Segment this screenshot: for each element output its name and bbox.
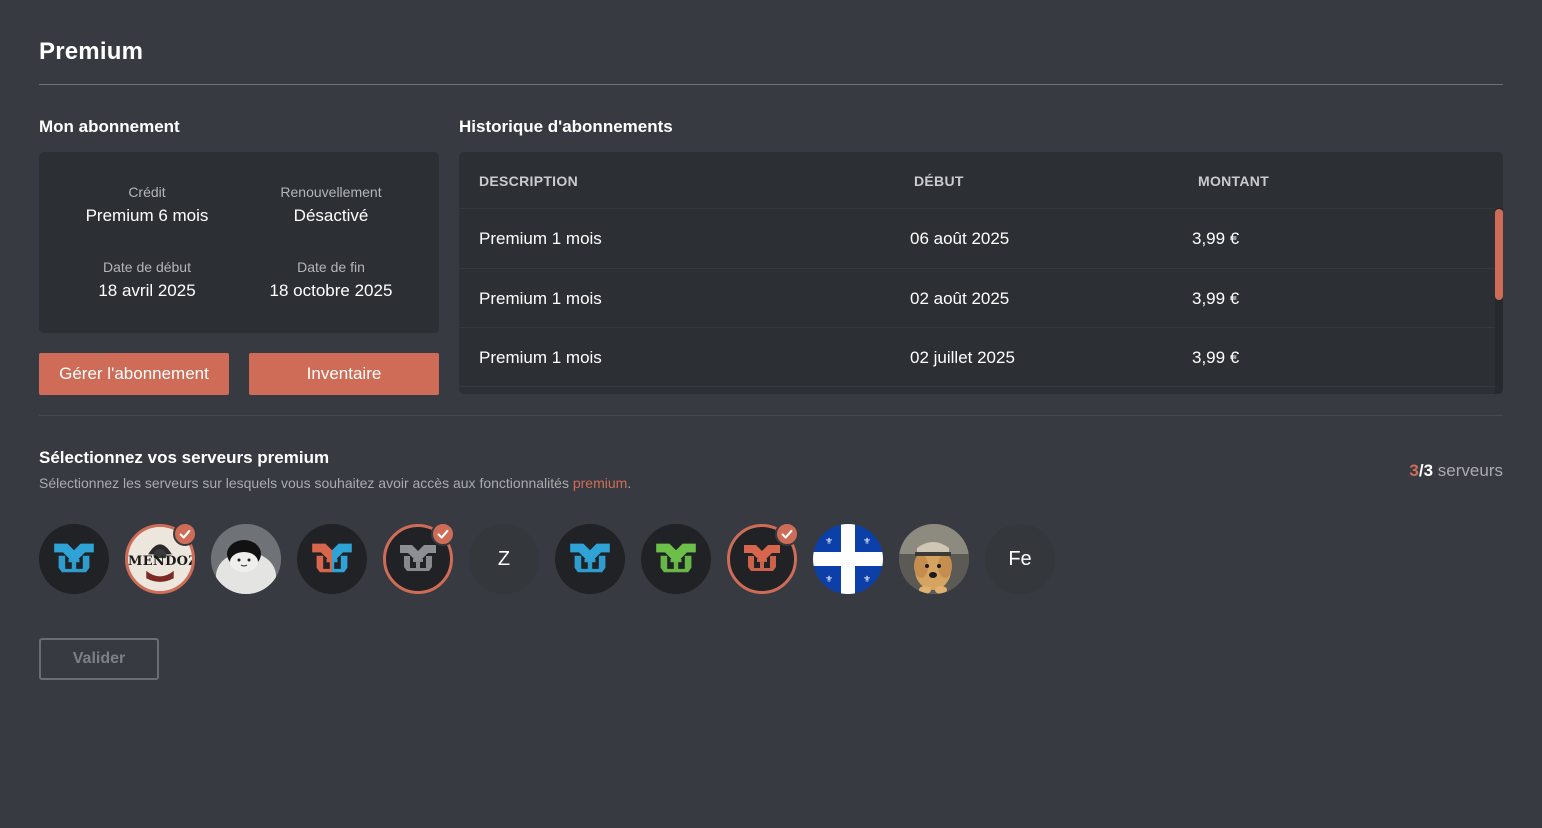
servers-subtitle: Sélectionnez les serveurs sur lesquels v… [39, 475, 631, 491]
column-header-description: DESCRIPTION [479, 173, 578, 189]
row-description: Premium 1 mois [479, 229, 602, 248]
subscription-title: Mon abonnement [39, 117, 180, 136]
history-title: Historique d'abonnements [459, 117, 673, 136]
manage-subscription-button[interactable]: Gérer l'abonnement [39, 353, 229, 395]
column-header-amount: MONTANT [1198, 173, 1270, 189]
logo-green-icon [641, 524, 711, 594]
credit-label: Crédit [128, 184, 166, 200]
svg-text:⚜: ⚜ [825, 537, 833, 547]
logo-blue-icon [555, 524, 625, 594]
end-date-cell: Date de fin 18 octobre 2025 [231, 258, 431, 301]
inventory-button[interactable]: Inventaire [249, 353, 439, 395]
row-amount: 3,99 € [1192, 348, 1240, 367]
svg-text:⚜: ⚜ [863, 575, 871, 585]
row-description: Premium 1 mois [479, 289, 602, 308]
server-item[interactable]: Fe [985, 524, 1055, 594]
servers-subtitle-text: Sélectionnez les serveurs sur lesquels v… [39, 475, 573, 491]
renewal-cell: Renouvellement Désactivé [231, 183, 431, 226]
table-row: Premium 1 mois 02 juillet 2025 3,99 € [459, 327, 1495, 387]
counter-suffix: serveurs [1433, 461, 1503, 480]
check-icon [431, 522, 455, 546]
letter-avatar: Fe [985, 524, 1055, 594]
servers-subtitle-premium: premium [572, 475, 628, 491]
credit-cell: Crédit Premium 6 mois [47, 183, 247, 226]
check-icon [173, 522, 197, 546]
start-date-cell: Date de début 18 avril 2025 [47, 258, 247, 301]
scrollbar-thumb[interactable] [1495, 209, 1503, 300]
server-item[interactable]: ⚜ ⚜ ⚜ ⚜ [813, 524, 883, 594]
server-item[interactable]: MENDOZA [125, 522, 197, 594]
renewal-label: Renouvellement [280, 184, 382, 200]
history-table: DESCRIPTION DÉBUT MONTANT Premium 1 mois… [459, 152, 1503, 394]
server-item[interactable] [555, 524, 625, 594]
table-row [459, 386, 1495, 394]
header-divider [39, 84, 1503, 85]
server-counter: 3/3 serveurs [1409, 461, 1503, 481]
premium-page: Premium Mon abonnement Crédit Premium 6 … [0, 0, 1542, 828]
check-icon [775, 522, 799, 546]
start-date-label: Date de début [103, 259, 191, 275]
mendoza-text: MENDOZA [128, 554, 192, 569]
credit-value: Premium 6 mois [85, 206, 209, 225]
row-start: 02 août 2025 [910, 289, 1010, 308]
column-header-start: DÉBUT [914, 173, 964, 189]
plush-avatar [211, 524, 281, 594]
server-item[interactable] [641, 524, 711, 594]
dog-avatar [899, 524, 969, 594]
renewal-value: Désactivé [293, 206, 369, 225]
table-row: Premium 1 mois 02 août 2025 3,99 € [459, 268, 1495, 328]
start-date-value: 18 avril 2025 [98, 281, 196, 300]
svg-text:⚜: ⚜ [825, 575, 833, 585]
validate-button[interactable]: Valider [39, 638, 159, 680]
table-row: Premium 1 mois 06 août 2025 3,99 € [459, 208, 1495, 268]
servers-subtitle-end: . [627, 475, 632, 491]
server-item[interactable] [211, 524, 281, 594]
row-start: 02 juillet 2025 [910, 348, 1015, 367]
server-item[interactable] [899, 524, 969, 594]
end-date-label: Date de fin [297, 259, 365, 275]
row-start: 06 août 2025 [910, 229, 1010, 248]
logo-blue-icon [39, 524, 109, 594]
row-amount: 3,99 € [1192, 229, 1240, 248]
server-item[interactable] [727, 522, 799, 594]
quebec-flag-avatar: ⚜ ⚜ ⚜ ⚜ [813, 524, 883, 594]
server-item[interactable] [39, 524, 109, 594]
counter-total: 3 [1423, 461, 1434, 480]
servers-title: Sélectionnez vos serveurs premium [39, 448, 330, 467]
page-title: Premium [39, 38, 144, 65]
server-item[interactable]: Z [469, 524, 539, 594]
server-item[interactable] [297, 524, 367, 594]
subscription-card: Crédit Premium 6 mois Renouvellement Dés… [39, 152, 439, 333]
logo-orange-blue-icon [297, 524, 367, 594]
section-divider [39, 415, 1503, 416]
row-amount: 3,99 € [1192, 289, 1240, 308]
server-item[interactable] [383, 522, 455, 594]
row-description: Premium 1 mois [479, 348, 602, 367]
letter-avatar: Z [469, 524, 539, 594]
counter-selected: 3 [1409, 461, 1419, 480]
end-date-value: 18 octobre 2025 [269, 281, 393, 300]
svg-text:⚜: ⚜ [863, 537, 871, 547]
